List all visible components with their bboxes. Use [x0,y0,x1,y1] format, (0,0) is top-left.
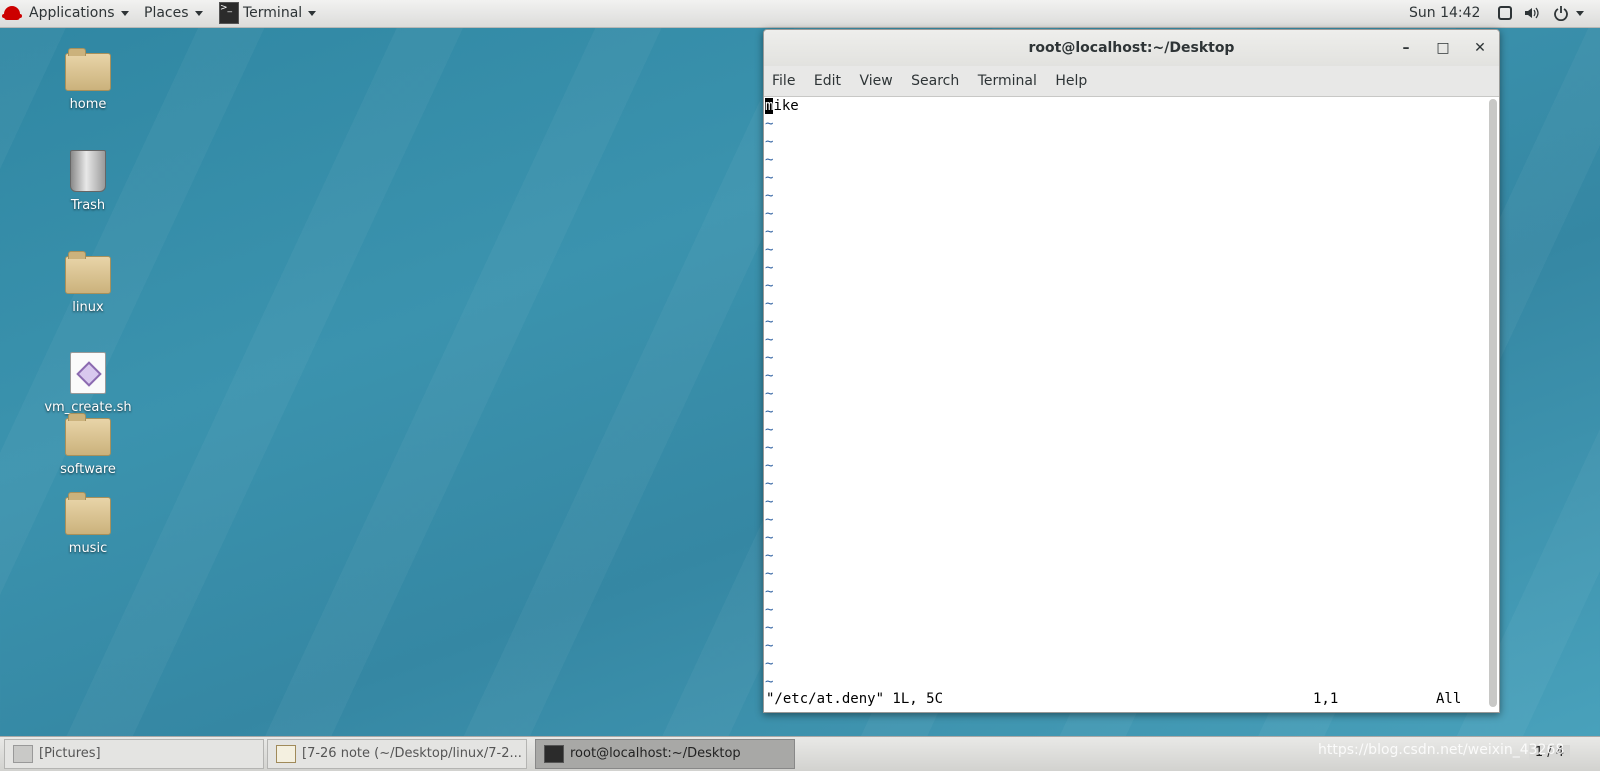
places-menu[interactable]: Places [144,0,203,27]
task-terminal[interactable]: root@localhost:~/Desktop [535,739,795,769]
window-menubar: File Edit View Search Terminal Help [764,66,1499,97]
desktop-icon-label: linux [72,300,104,315]
task-pictures[interactable]: [Pictures] [4,739,264,769]
window-titlebar[interactable]: root@localhost:~/Desktop – □ ✕ [764,30,1499,66]
places-label: Places [144,5,189,21]
vim-empty-line-tilde: ~ [765,170,774,186]
vim-empty-line-tilde: ~ [765,530,774,546]
vim-empty-line-tilde: ~ [765,116,774,132]
vim-empty-line-tilde: ~ [765,134,774,150]
scrollbar[interactable] [1489,99,1497,707]
task-note[interactable]: [7-26 note (~/Desktop/linux/7-2... [267,739,527,769]
vim-empty-line-tilde: ~ [765,314,774,330]
window-title: root@localhost:~/Desktop [1028,40,1235,56]
vim-empty-line-tilde: ~ [765,620,774,636]
vim-empty-line-tilde: ~ [765,296,774,312]
menu-terminal[interactable]: Terminal [978,73,1037,89]
clock-label: Sun 14:42 [1409,5,1481,21]
vim-empty-line-tilde: ~ [765,548,774,564]
vim-empty-line-tilde: ~ [765,476,774,492]
vim-empty-line-tilde: ~ [765,638,774,654]
applications-label: Applications [29,5,115,21]
buffer-text: ike [773,98,799,114]
desktop-icon-software[interactable]: software [38,413,138,477]
terminal-label: Terminal [243,5,303,21]
chevron-down-icon [120,10,129,16]
vim-empty-line-tilde: ~ [765,350,774,366]
file-manager-icon [13,744,33,763]
vim-empty-line-tilde: ~ [765,458,774,474]
vim-empty-line-tilde: ~ [765,386,774,402]
buffer-line-1: mike [765,97,799,115]
screen-icon[interactable] [1497,5,1513,21]
folder-icon [65,413,111,456]
desktop-icon-home[interactable]: home [38,48,138,112]
redhat-icon [2,6,22,20]
desktop-icon-linux[interactable]: linux [38,251,138,315]
vim-status-scroll: All [1436,691,1462,707]
text-editor-icon [276,744,296,763]
menu-help[interactable]: Help [1055,73,1087,89]
vim-empty-line-tilde: ~ [765,566,774,582]
vim-empty-line-tilde: ~ [765,368,774,384]
folder-icon [65,251,111,294]
terminal-screen[interactable]: mike "/etc/at.deny" 1L, 5C 1,1 All ~ ~ ~ ~ ~… [764,97,1486,710]
volume-icon[interactable] [1523,5,1539,21]
chevron-down-icon [308,10,317,16]
applications-menu[interactable]: Applications [0,0,129,27]
folder-icon [65,492,111,535]
vim-empty-line-tilde: ~ [765,206,774,222]
system-menu-chevron-icon[interactable] [1576,11,1584,16]
menu-edit[interactable]: Edit [814,73,841,89]
watermark: https://blog.csdn.net/weixin_43268 [1318,742,1565,758]
minimize-button[interactable]: – [1391,30,1421,66]
vim-empty-line-tilde: ~ [765,440,774,456]
task-label: root@localhost:~/Desktop [570,746,741,761]
vim-empty-line-tilde: ~ [765,188,774,204]
menu-file[interactable]: File [772,73,795,89]
vim-empty-line-tilde: ~ [765,656,774,672]
desktop-icon-trash[interactable]: Trash [38,150,138,213]
vim-empty-line-tilde: ~ [765,224,774,240]
terminal-app-menu[interactable]: >_ Terminal [219,0,317,27]
vim-empty-line-tilde: ~ [765,602,774,618]
desktop-icon-label: vm_create.sh [44,400,132,415]
task-label: [7-26 note (~/Desktop/linux/7-2... [302,746,522,761]
desktop-icon-label: music [68,541,108,556]
task-label: [Pictures] [39,746,101,761]
vim-empty-line-tilde: ~ [765,278,774,294]
close-button[interactable]: ✕ [1465,30,1495,66]
terminal-window: root@localhost:~/Desktop – □ ✕ File Edit… [763,29,1500,713]
desktop-icon-vm-create[interactable]: vm_create.sh [38,352,138,415]
clock[interactable]: Sun 14:42 [1409,0,1480,27]
vim-empty-line-tilde: ~ [765,404,774,420]
vim-status-position: 1,1 [1313,691,1339,707]
trash-icon [70,150,106,192]
menu-view[interactable]: View [859,73,892,89]
vim-empty-line-tilde: ~ [765,494,774,510]
desktop-icon-label: home [69,97,107,112]
desktop-icon-label: software [60,462,116,477]
vim-status-file: "/etc/at.deny" 1L, 5C [766,691,944,707]
power-icon[interactable] [1553,5,1569,21]
vim-empty-line-tilde: ~ [765,584,774,600]
script-file-icon [70,352,106,394]
vim-empty-line-tilde: ~ [765,260,774,276]
desktop-icon-label: Trash [70,198,106,213]
vim-empty-line-tilde: ~ [765,332,774,348]
menu-search[interactable]: Search [911,73,959,89]
maximize-button[interactable]: □ [1428,30,1458,66]
top-bar: Applications Places >_ Terminal Sun 14:42 [0,0,1600,28]
desktop-icon-music[interactable]: music [38,492,138,556]
vim-empty-line-tilde: ~ [765,674,774,690]
vim-empty-line-tilde: ~ [765,512,774,528]
vim-empty-line-tilde: ~ [765,422,774,438]
terminal-icon [544,744,564,763]
terminal-icon: >_ [219,2,239,24]
vim-empty-line-tilde: ~ [765,242,774,258]
home-folder-icon [65,48,111,91]
chevron-down-icon [194,10,203,16]
vim-empty-line-tilde: ~ [765,152,774,168]
